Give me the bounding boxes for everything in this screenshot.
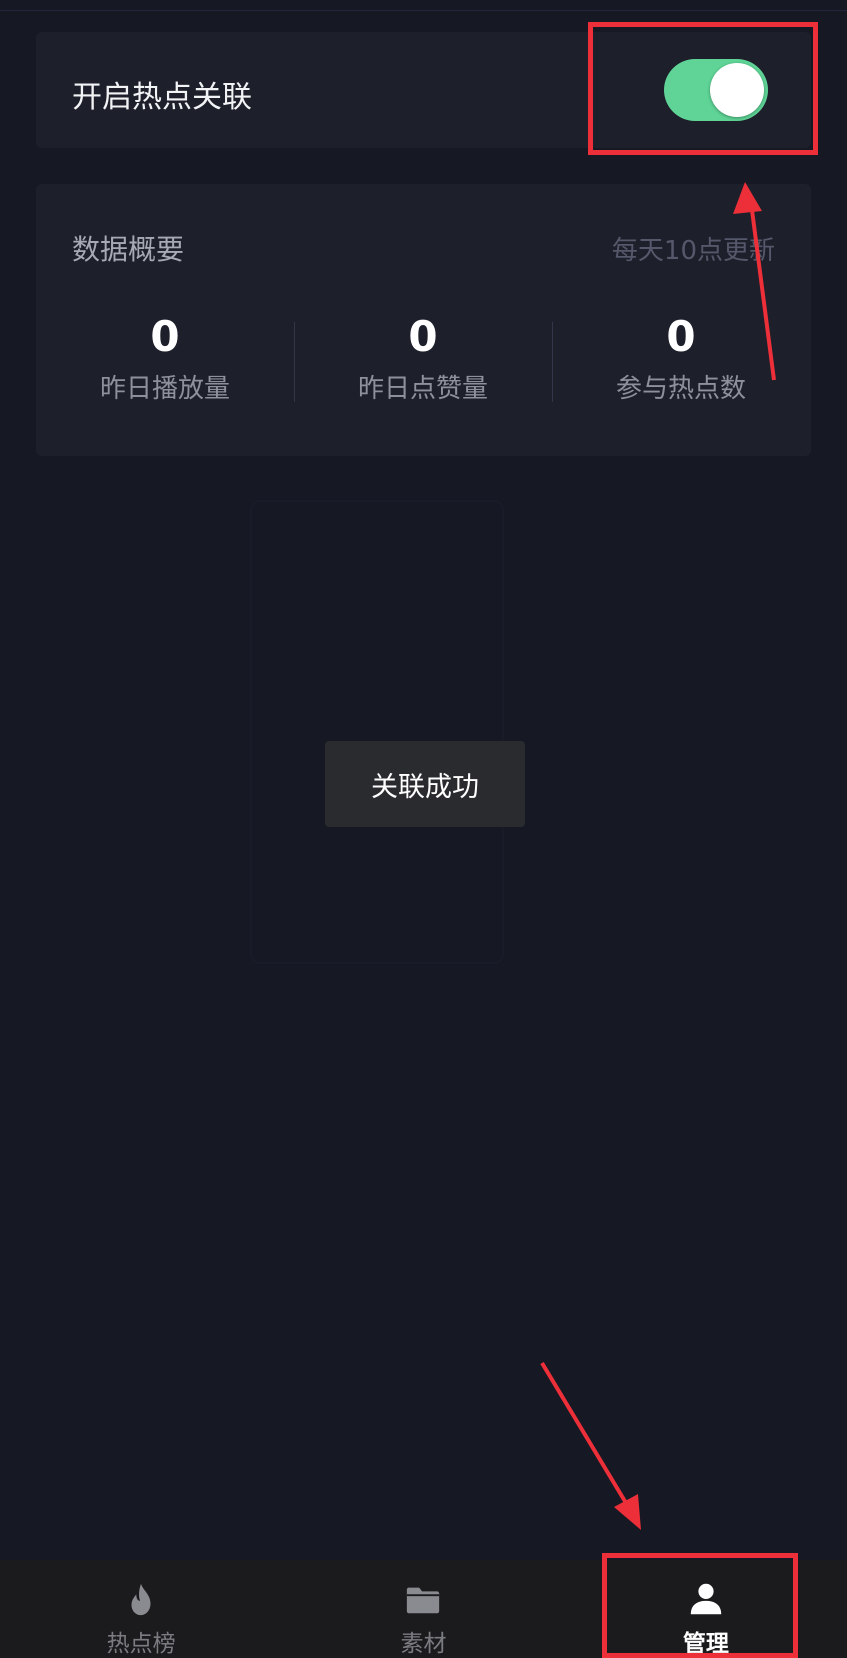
tab-materials[interactable]: 素材 <box>282 1560 564 1658</box>
hotspot-association-label: 开启热点关联 <box>72 80 252 115</box>
folder-icon <box>407 1587 440 1614</box>
stat-label: 昨日播放量 <box>99 374 230 404</box>
stat-value: 0 <box>150 312 180 361</box>
stat-yesterday-likes: 0 昨日点赞量 <box>294 312 552 405</box>
background-watermark <box>250 500 504 964</box>
annotation-box-manage-tab <box>602 1553 798 1658</box>
top-divider <box>0 10 847 11</box>
flame-icon <box>131 1583 151 1616</box>
data-summary-title: 数据概要 <box>72 233 185 266</box>
stat-label: 参与热点数 <box>615 374 746 404</box>
stat-yesterday-plays: 0 昨日播放量 <box>36 312 294 405</box>
tab-label: 素材 <box>400 1631 447 1657</box>
tab-hot-list[interactable]: 热点榜 <box>0 1560 282 1658</box>
stat-hotspots-joined: 0 参与热点数 <box>552 312 810 405</box>
stat-label: 昨日点赞量 <box>357 374 488 404</box>
stat-value: 0 <box>408 312 438 361</box>
stat-value: 0 <box>666 312 696 361</box>
data-summary-card: 数据概要 每天10点更新 0 昨日播放量 0 昨日点赞量 0 参与热点数 <box>36 184 811 456</box>
annotation-arrow-down <box>540 1361 641 1530</box>
annotation-box-switch <box>588 22 818 155</box>
tab-label: 热点榜 <box>106 1631 176 1657</box>
update-note: 每天10点更新 <box>611 236 775 266</box>
success-toast: 关联成功 <box>325 741 525 827</box>
